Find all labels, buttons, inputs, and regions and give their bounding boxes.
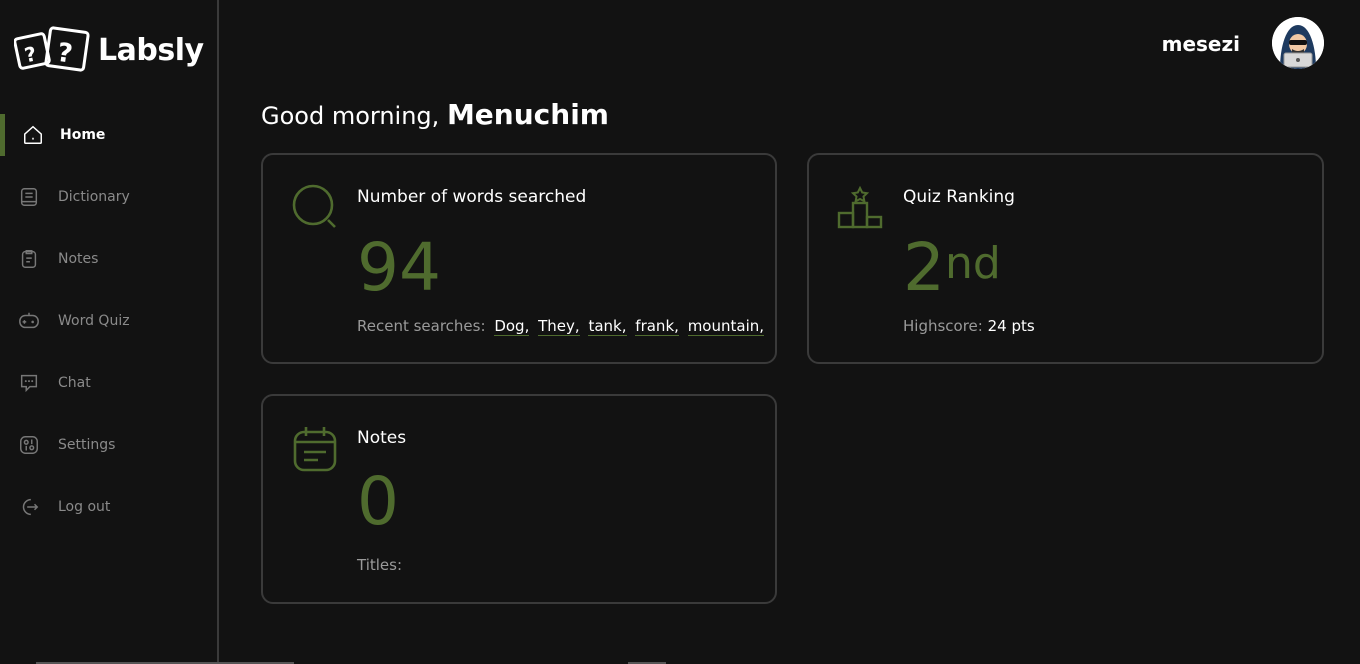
username[interactable]: mesezi — [1162, 32, 1240, 56]
words-searched-card[interactable]: Number of words searched 94 Recent searc… — [261, 153, 777, 364]
notes-count: 0 — [357, 463, 399, 540]
recent-search-link[interactable]: frank, — [635, 317, 679, 336]
avatar[interactable] — [1272, 17, 1324, 69]
gamepad-icon — [18, 310, 40, 332]
recent-search-link[interactable]: mountain, — [687, 317, 765, 336]
sidebar-nav: Home Dictionary Notes Word Quiz Chat Set… — [0, 104, 217, 538]
recent-searches-label: Recent searches: — [357, 317, 486, 335]
sidebar-item-label: Notes — [58, 251, 99, 267]
recent-search-link[interactable]: They, — [538, 317, 580, 336]
greeting-text: Good morning, — [261, 102, 440, 130]
sidebar-item-notes[interactable]: Notes — [0, 228, 217, 290]
sidebar-item-settings[interactable]: Settings — [0, 414, 217, 476]
recent-searches: Recent searches: Dog, They, tank, frank,… — [357, 317, 765, 336]
titles-label: Titles: — [357, 556, 403, 574]
sidebar-item-chat[interactable]: Chat — [0, 352, 217, 414]
settings-icon — [18, 434, 40, 456]
quiz-rank: 2nd — [903, 235, 1001, 301]
home-icon — [22, 124, 44, 146]
greeting: Good morning, Menuchim — [261, 98, 609, 131]
sidebar-item-dictionary[interactable]: Dictionary — [0, 166, 217, 228]
logout-icon — [18, 496, 40, 518]
clipboard-icon — [18, 248, 40, 270]
highscore: Highscore: 24 pts — [903, 317, 1035, 335]
quiz-ranking-card[interactable]: Quiz Ranking 2nd Highscore: 24 pts — [807, 153, 1324, 364]
recent-search-link[interactable]: tank, — [588, 317, 627, 336]
sidebar-item-label: Chat — [58, 375, 91, 391]
sidebar-item-logout[interactable]: Log out — [0, 476, 217, 538]
notes-card[interactable]: Notes 0 Titles: — [261, 394, 777, 604]
search-icon — [292, 184, 336, 228]
rank-number: 2 — [903, 229, 945, 306]
recent-search-link[interactable]: Dog, — [494, 317, 530, 336]
sidebar-item-label: Log out — [58, 499, 111, 515]
notepad-icon — [293, 427, 337, 472]
book-icon — [18, 186, 40, 208]
card-title: Number of words searched — [357, 187, 587, 207]
highscore-label: Highscore: — [903, 317, 983, 335]
sidebar-item-label: Home — [60, 127, 106, 143]
logo[interactable]: ? ? Labsly — [14, 26, 204, 74]
greeting-name: Menuchim — [446, 98, 609, 131]
sidebar: ? ? Labsly Home Dictionary Notes Word Qu… — [0, 0, 219, 664]
app-name: Labsly — [98, 32, 204, 68]
sidebar-item-label: Word Quiz — [58, 313, 130, 329]
rank-suffix: nd — [945, 238, 1001, 289]
svg-text:?: ? — [22, 41, 38, 67]
sidebar-item-word-quiz[interactable]: Word Quiz — [0, 290, 217, 352]
highscore-value: 24 pts — [987, 317, 1035, 335]
words-count: 94 — [357, 229, 441, 306]
notes-titles: Titles: — [357, 556, 402, 574]
hacker-avatar-icon — [1272, 17, 1324, 69]
chat-icon — [18, 372, 40, 394]
sidebar-item-home[interactable]: Home — [0, 104, 217, 166]
sidebar-item-label: Settings — [58, 437, 116, 453]
dice-logo-icon: ? ? — [14, 26, 90, 72]
card-title: Quiz Ranking — [903, 187, 1015, 207]
svg-text:?: ? — [55, 38, 74, 70]
sidebar-item-label: Dictionary — [58, 189, 130, 205]
card-title: Notes — [357, 428, 407, 448]
podium-icon — [837, 185, 883, 229]
